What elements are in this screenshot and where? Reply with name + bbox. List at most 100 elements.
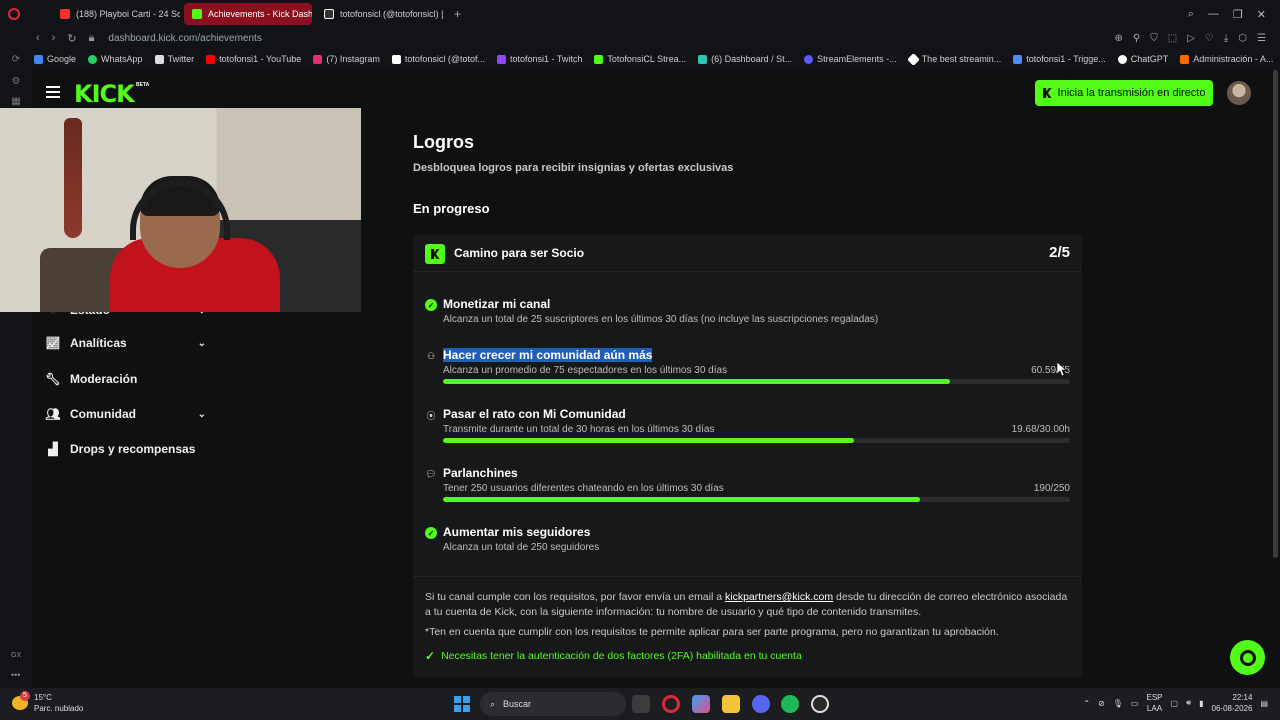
battery-icon[interactable]: ▭ — [1131, 699, 1139, 708]
scrollbar[interactable] — [1273, 70, 1278, 558]
achievement-desc: Alcanza un total de 250 seguidores — [443, 542, 600, 553]
broadcast-icon: ⦿ — [426, 410, 436, 421]
bookmark-google[interactable]: Google — [34, 54, 76, 64]
bookmark-label: StreamElements -... — [817, 54, 897, 64]
section-title: En progreso — [413, 201, 490, 216]
go-live-button[interactable]: Inicia la transmisión en directo — [1035, 80, 1213, 106]
progress-fill — [443, 379, 950, 384]
whatsapp-icon — [88, 54, 98, 64]
chatgpt-icon — [1117, 54, 1127, 64]
gear-icon[interactable]: ⚙ — [10, 76, 22, 88]
download-icon[interactable]: ⤓ — [1224, 33, 1228, 44]
chevron-up-icon[interactable]: ⌃ — [1083, 699, 1090, 708]
obs-icon[interactable] — [811, 695, 829, 713]
url-field[interactable]: dashboard.kick.com/achievements — [108, 33, 261, 44]
bookmark-label: ChatGPT — [1130, 54, 1169, 64]
pin-icon[interactable]: ⚲ — [1133, 33, 1140, 44]
community-icon: 👥︎ — [45, 407, 61, 421]
close-icon[interactable]: ✕ — [1257, 8, 1266, 21]
shield-icon[interactable]: ⛉ — [1150, 33, 1158, 44]
heart-icon[interactable]: ♡ — [1205, 33, 1214, 44]
bookmark-dashboard[interactable]: (6) Dashboard / St... — [698, 54, 792, 64]
bookmark-chatgpt[interactable]: ChatGPT — [1117, 54, 1169, 64]
app-icon[interactable]: ▦ — [10, 96, 22, 108]
monitor-icon[interactable]: ▢ — [1171, 699, 1179, 708]
forward-icon[interactable]: › — [52, 32, 56, 45]
extensions-icon[interactable]: ⬡ — [1238, 33, 1247, 44]
opera-icon[interactable] — [662, 695, 680, 713]
copilot-icon[interactable] — [692, 695, 710, 713]
back-icon[interactable]: ‹ — [36, 32, 40, 45]
avatar[interactable] — [1227, 81, 1251, 105]
more-icon[interactable]: ••• — [11, 670, 20, 680]
tab-youtube[interactable]: (188) Playboi Carti - 24 Son — [52, 3, 180, 25]
search-tabs-icon[interactable]: ⌕ — [1188, 8, 1194, 21]
bookmark-trigger[interactable]: totofonsi1 - Trigge... — [1013, 54, 1106, 64]
bookmark-whatsapp[interactable]: WhatsApp — [88, 54, 143, 64]
history-icon[interactable]: ⟳ — [10, 54, 22, 66]
new-tab-icon[interactable]: + — [454, 7, 461, 21]
player-icon[interactable]: ▷ — [1187, 33, 1195, 44]
spotify-icon[interactable] — [781, 695, 799, 713]
browser-tab-bar: (188) Playboi Carti - 24 Son Achievement… — [0, 0, 1280, 28]
bookmark-twitter[interactable]: Twitter — [154, 54, 195, 64]
volume-icon[interactable]: 🔊︎ — [1186, 698, 1191, 708]
folder-icon[interactable] — [722, 695, 740, 713]
help-button[interactable] — [1230, 640, 1265, 675]
zoom-icon[interactable]: ⊕ — [1115, 33, 1123, 44]
wrench-icon: 🔧︎ — [45, 372, 61, 386]
bookmark-youtube[interactable]: totofonsi1 - YouTube — [206, 54, 301, 64]
minimize-icon[interactable]: — — [1208, 8, 1219, 21]
mic-icon[interactable]: 🎙︎ — [1113, 699, 1123, 708]
bookmark-label: Twitter — [167, 54, 195, 64]
bookmark-tiktok[interactable]: totofonsicl (@totof... — [391, 54, 485, 64]
weather-widget[interactable]: 5 15°C Parc. nublado — [12, 691, 83, 714]
network-icon[interactable]: ⊘ — [1098, 699, 1105, 708]
reload-icon[interactable]: ↻ — [67, 32, 76, 45]
sidebar-item-analiticas[interactable]: 📈︎ Analíticas ⌄ — [45, 333, 206, 353]
partner-email-link[interactable]: kickpartners@kick.com — [725, 591, 833, 603]
restore-icon[interactable]: ❐ — [1233, 8, 1243, 21]
system-tray: ⌃ ⊘ 🎙︎ ▭ ESP LAA ▢ 🔊︎ ▮ 22:14 06-08-2026… — [1083, 692, 1268, 714]
dashboard-icon — [698, 54, 708, 64]
tiktok-icon — [391, 54, 401, 64]
bookmark-streaming[interactable]: The best streamin... — [906, 52, 1001, 66]
notification-icon[interactable]: ▤ — [1260, 699, 1268, 708]
sidebar-item-drops[interactable]: ▟ Drops y recompensas — [46, 439, 246, 459]
bookmark-streamelements[interactable]: StreamElements -... — [804, 54, 897, 64]
snapshot-icon[interactable]: ⬚ — [1168, 33, 1177, 44]
sidebar-item-label: Moderación — [70, 372, 138, 386]
achievement-desc: Transmite durante un total de 30 horas e… — [443, 424, 715, 435]
check-icon: ✓ — [425, 299, 437, 311]
clock[interactable]: 22:14 06-08-2026 — [1212, 692, 1253, 714]
gx-label: GX — [11, 652, 22, 659]
bookmark-instagram[interactable]: (7) Instagram — [313, 54, 380, 64]
kick-logo[interactable]: KICK — [74, 80, 135, 108]
tab-achievements[interactable]: Achievements - Kick Dashb — [184, 3, 312, 25]
progress-bar — [443, 497, 1070, 502]
diamond-icon — [906, 52, 920, 66]
lock-icon: 🔒︎ — [88, 31, 95, 44]
achievement-value: 190/250 — [1033, 483, 1070, 494]
sidebar-item-moderacion[interactable]: 🔧︎ Moderación — [45, 369, 206, 389]
hamburger-icon[interactable] — [46, 86, 60, 98]
windows-start-icon[interactable] — [454, 696, 470, 712]
file-app-icon[interactable] — [632, 695, 650, 713]
google-icon — [34, 54, 43, 64]
battery-level-icon[interactable]: ▮ — [1199, 699, 1203, 708]
sidebar-item-comunidad[interactable]: 👥︎ Comunidad ⌄ — [45, 404, 206, 424]
achievement-title: Hacer crecer mi comunidad aún más — [443, 348, 653, 362]
language-indicator[interactable]: ESP LAA — [1146, 692, 1162, 714]
weather-icon: 5 — [12, 691, 30, 710]
weather-badge: 5 — [20, 691, 30, 701]
bookmark-kick[interactable]: TotofonsiCL Strea... — [594, 54, 686, 64]
opera-logo-icon[interactable] — [0, 0, 28, 28]
bookmark-twitch[interactable]: totofonsi1 - Twitch — [497, 54, 582, 64]
taskbar-search[interactable]: ⌕ Buscar — [480, 692, 626, 716]
tab-tiktok[interactable]: totofonsicl (@totofonsicl) | — [316, 3, 444, 25]
achievement-title: Aumentar mis seguidores — [443, 525, 591, 539]
menu-icon[interactable]: ☰ — [1257, 33, 1266, 44]
bookmark-admin[interactable]: Administración - A... — [1180, 54, 1273, 64]
discord-icon[interactable] — [752, 695, 770, 713]
search-label: Buscar — [503, 699, 532, 709]
